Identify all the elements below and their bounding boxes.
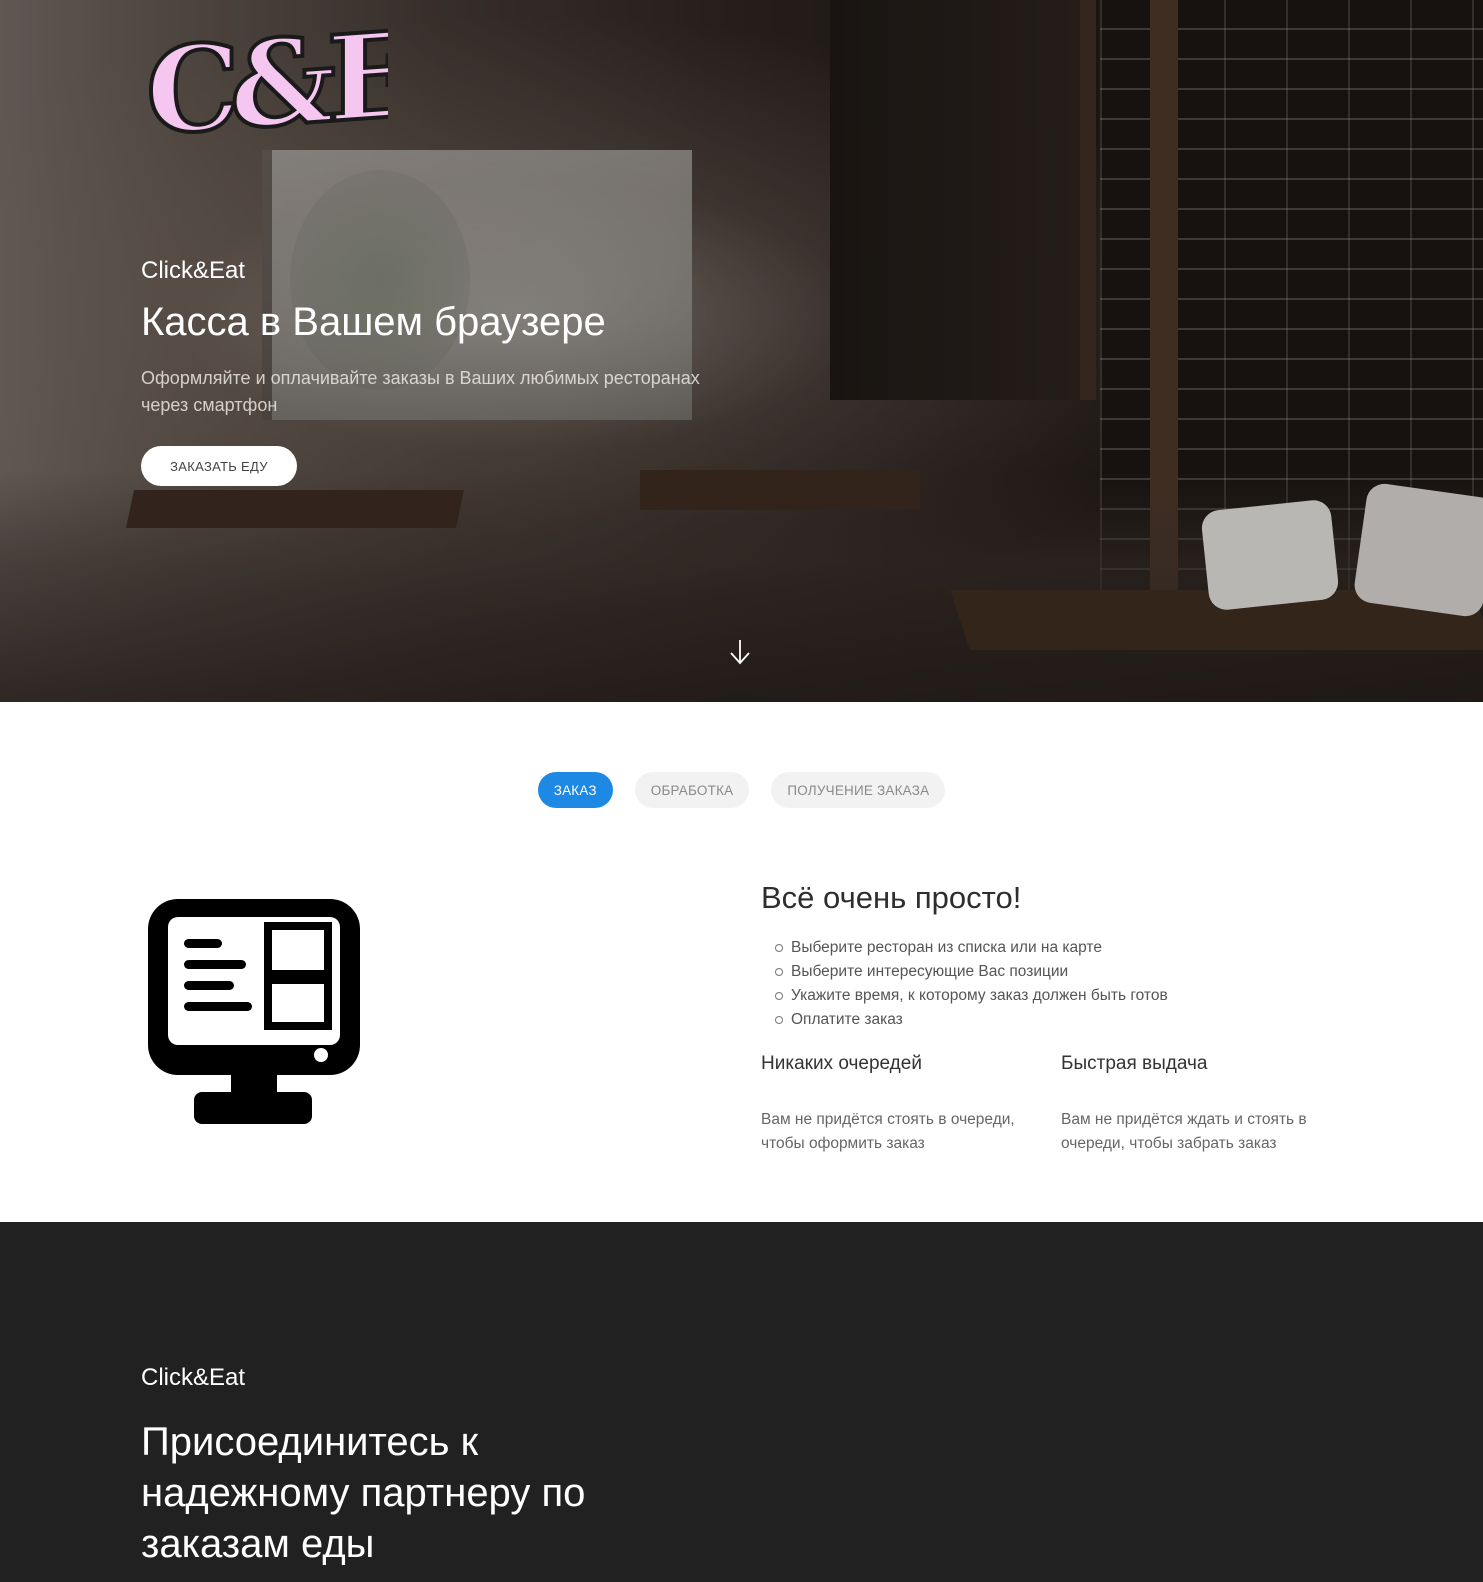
order-food-button[interactable]: ЗАКАЗАТЬ ЕДУ (141, 446, 297, 486)
bullet-icon (775, 968, 783, 976)
feature-columns: Никаких очередей Вам не придётся стоять … (761, 1050, 1361, 1156)
feature-title: Всё очень просто! (761, 880, 1022, 915)
arrow-down-icon[interactable] (728, 638, 752, 666)
bullet-icon (775, 1016, 783, 1024)
tab-processing[interactable]: ОБРАБОТКА (634, 772, 750, 808)
bullet-icon (775, 944, 783, 952)
svg-text:C&E: C&E (146, 16, 388, 152)
hero-kicker: Click&Eat (141, 257, 246, 284)
list-item-text: Выберите ресторан из списка или на карте (791, 939, 1102, 956)
list-item-text: Выберите интересующие Вас позиции (791, 963, 1069, 980)
partner-kicker: Click&Eat (141, 1364, 246, 1391)
feature-column-fast-pickup: Быстрая выдача Вам не придётся ждать и с… (1061, 1050, 1361, 1156)
list-item-text: Оплатите заказ (791, 1011, 903, 1028)
list-item: Укажите время, к которому заказ должен б… (775, 984, 1361, 1008)
feature-steps-list: Выберите ресторан из списка или на карте… (761, 936, 1361, 1032)
process-tabs: ЗАКАЗ ОБРАБОТКА ПОЛУЧЕНИЕ ЗАКАЗА (0, 772, 1483, 808)
tab-order[interactable]: ЗАКАЗ (537, 772, 613, 808)
feature-section: Всё очень просто! Выберите ресторан из с… (761, 878, 1361, 1156)
hero-title: Касса в Вашем браузере (141, 300, 606, 344)
list-item: Выберите ресторан из списка или на карте (775, 936, 1361, 960)
hero-section: C&E Click&Eat Касса в Вашем браузере Офо… (0, 0, 1483, 702)
brand-logo[interactable]: C&E (142, 16, 388, 152)
hero-subtitle: Оформляйте и оплачивайте заказы в Ваших … (141, 368, 700, 415)
feature-column-text: Вам не придётся стоять в очереди, чтобы … (761, 1111, 1015, 1152)
list-item: Выберите интересующие Вас позиции (775, 960, 1361, 984)
feature-column-text: Вам не придётся ждать и стоять в очереди… (1061, 1111, 1307, 1152)
feature-column-title: Быстрая выдача (1061, 1053, 1208, 1074)
tab-pickup[interactable]: ПОЛУЧЕНИЕ ЗАКАЗА (771, 772, 946, 808)
feature-column-no-queues: Никаких очередей Вам не придётся стоять … (761, 1050, 1061, 1156)
feature-column-title: Никаких очередей (761, 1053, 922, 1074)
list-item-text: Укажите время, к которому заказ должен б… (791, 987, 1168, 1004)
partner-title: Присоединитесь к надежному партнеру по з… (141, 1420, 586, 1566)
hero-text-block: Click&Eat Касса в Вашем браузере Оформля… (141, 255, 741, 419)
kiosk-terminal-icon (148, 899, 360, 1124)
list-item: Оплатите заказ (775, 1008, 1361, 1032)
bullet-icon (775, 992, 783, 1000)
partner-section: Click&Eat Присоединитесь к надежному пар… (0, 1222, 1483, 1582)
